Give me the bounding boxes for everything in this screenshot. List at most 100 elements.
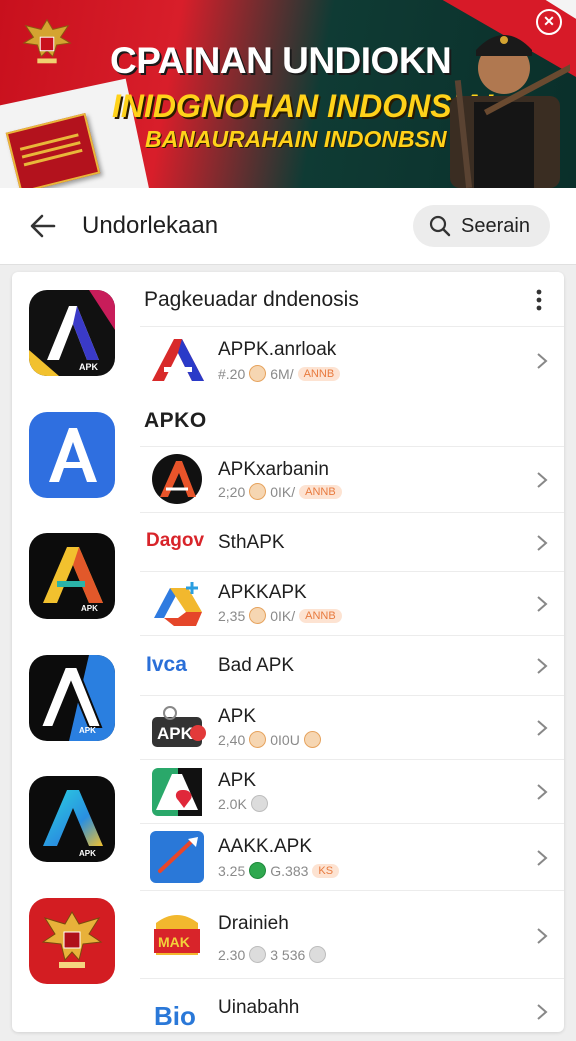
chevron-right-icon [537, 784, 548, 800]
coin-icon [303, 731, 321, 748]
search-button[interactable]: Seerain [413, 205, 550, 247]
banner-tagline: BANAURAHAIN INDONBSN [145, 126, 447, 152]
chevron-right-icon [537, 353, 548, 369]
item-tag: ANNB [299, 484, 342, 499]
coin-icon [249, 365, 267, 382]
item-meta: 2.30 3 536 [218, 946, 327, 963]
item-tag: ANNB [297, 366, 341, 381]
ivca-logo: Ivca [146, 653, 187, 676]
svg-text:APK: APK [79, 726, 96, 735]
apk-a-blue-icon[interactable] [29, 412, 115, 498]
svg-text:APK: APK [79, 362, 99, 372]
item-meta: 2;20 0IK/ ANNB [218, 483, 342, 500]
chevron-right-icon [537, 596, 548, 612]
coin-icon [250, 795, 268, 812]
map-pin-icon [152, 768, 202, 816]
item-size: 3 536 [270, 946, 306, 963]
apk-a-black-icon[interactable]: APK [29, 290, 115, 376]
a-red-icon [152, 339, 204, 381]
close-icon[interactable]: ✕ [536, 9, 562, 35]
back-arrow-icon[interactable] [28, 212, 58, 240]
coin-icon [249, 483, 267, 500]
coin-icon [249, 862, 267, 879]
item-version: 2.0K [218, 795, 247, 812]
item-title: Drainieh [218, 913, 289, 934]
item-meta: #.20 6M/ ANNB [218, 365, 341, 382]
svg-text:APK: APK [157, 724, 194, 743]
drive-icon [154, 582, 202, 626]
chevron-right-icon [537, 850, 548, 866]
list-item[interactable]: AAKK.APK 3.25 G.383 KS [140, 823, 564, 891]
app-bar: Undorlekaan Seerain [0, 188, 576, 265]
item-title: AAKK.APK [218, 836, 312, 857]
list-item[interactable]: APK 2.0K [140, 759, 564, 824]
item-version: 2;20 [218, 483, 246, 500]
item-title: APKxarbanin [218, 459, 329, 480]
svg-text:APK: APK [81, 604, 98, 613]
item-size: 0IK/ [270, 483, 296, 500]
list-item[interactable]: APKKAPK 2,35 0IK/ ANNB [140, 571, 564, 636]
item-version: 3.25 [218, 862, 246, 879]
page-title: Undorlekaan [82, 212, 219, 239]
svg-text:Bio: Bio [154, 1001, 196, 1031]
apk-badge-icon: APK [152, 706, 206, 747]
coin-icon [249, 946, 267, 963]
paper-plane-icon [150, 831, 204, 883]
item-title: APK [218, 706, 257, 727]
list-item[interactable]: Ivca Bad APK [140, 635, 564, 696]
item-title: APPK.anrloak [218, 339, 337, 360]
item-meta: 2,35 0IK/ ANNB [218, 607, 342, 624]
list-item[interactable]: APKxarbanin 2;20 0IK/ ANNB [140, 446, 564, 513]
item-size: G.383 [270, 862, 309, 879]
garuda-emblem-icon [22, 18, 72, 64]
apk-a-yellow-icon[interactable]: APK [29, 533, 115, 619]
chevron-right-icon [537, 472, 548, 488]
list-item[interactable]: MAK Drainieh 2.30 3 536 [140, 890, 564, 979]
chevron-right-icon [537, 720, 548, 736]
item-size: 0I0U [270, 731, 300, 748]
item-size: 0IK/ [270, 607, 296, 624]
svg-text:MAK: MAK [158, 934, 190, 950]
promo-banner[interactable]: CPAINAN UNDIOKN INIDGNOHAN INDONSIA! BAN… [0, 0, 576, 188]
coin-icon [249, 731, 267, 748]
banner-headline: CPAINAN UNDIOKN [110, 40, 452, 81]
svg-text:APK: APK [79, 849, 96, 858]
item-version: 2.30 [218, 946, 246, 963]
coin-icon [249, 607, 267, 624]
dagov-logo: Dagov [146, 530, 205, 551]
item-title: SthAPK [218, 532, 285, 553]
coin-icon [309, 946, 327, 963]
list-item[interactable]: Dagov SthAPK [140, 512, 564, 572]
apk-a-gradient-icon[interactable]: APK [29, 776, 115, 862]
chevron-right-icon [537, 928, 548, 944]
item-tag: ANNB [299, 608, 342, 623]
item-meta: 2.0K [218, 795, 268, 812]
item-size: 6M/ [270, 365, 294, 382]
chevron-right-icon [537, 658, 548, 674]
item-version: 2,35 [218, 607, 246, 624]
item-meta: 3.25 G.383 KS [218, 862, 340, 879]
search-label: Seerain [461, 215, 530, 237]
banner-subheadline: INIDGNOHAN INDONSIA! [112, 88, 495, 124]
more-options-icon[interactable] [528, 288, 550, 312]
apk-a-white-icon[interactable]: APK [29, 655, 115, 741]
item-tag: KS [312, 863, 340, 878]
chevron-right-icon [537, 535, 548, 551]
section-title-2: APKO [144, 409, 207, 432]
item-title: Uinabahh [218, 997, 300, 1018]
list-item[interactable]: APPK.anrloak #.20 6M/ ANNB [140, 326, 564, 395]
soldier-figure [450, 35, 570, 188]
list-item[interactable]: APK APK 2,40 0I0U [140, 695, 564, 760]
a-black-circle-icon [152, 454, 202, 504]
list-item[interactable]: Bio Uinabahh [140, 978, 564, 1031]
item-title: APKKAPK [218, 582, 307, 603]
gmak-logo: MAK [154, 915, 200, 955]
bio-logo: Bio [154, 1001, 196, 1031]
section-title-1: Pagkeuadar dndenosis [144, 288, 359, 311]
item-meta: 2,40 0I0U [218, 731, 321, 748]
garuda-icon[interactable] [29, 898, 115, 984]
item-version: #.20 [218, 365, 246, 382]
chevron-right-icon [537, 1004, 548, 1020]
item-version: 2,40 [218, 731, 246, 748]
search-icon [429, 215, 451, 237]
